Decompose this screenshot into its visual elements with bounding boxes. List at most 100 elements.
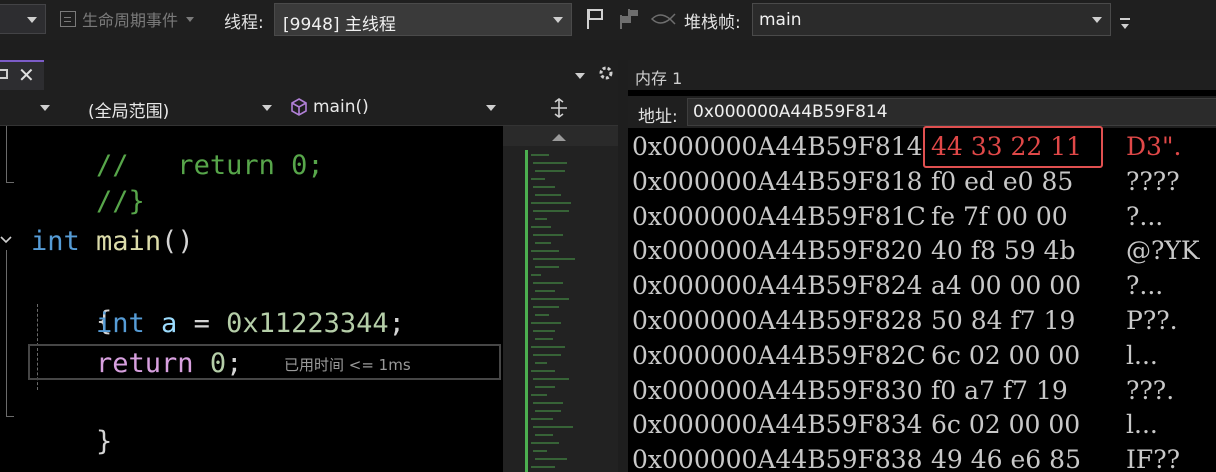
gear-icon[interactable] [597,64,615,82]
minimap-line [533,162,567,164]
scroll-up-icon[interactable] [552,134,566,141]
minimap-line [531,346,565,348]
memory-address: 0x000000A44B59F82C [632,340,926,370]
tab-list-dropdown-icon[interactable] [575,73,585,79]
close-icon[interactable]: ✕ [18,65,35,85]
memory-address: 0x000000A44B59F814 [632,132,923,161]
minimap-line [533,354,561,356]
pin-icon[interactable] [0,69,8,79]
code-line: int a = 0x11223344; [96,304,405,344]
lifecycle-events-label: 生命周期事件 [82,11,179,30]
memory-chars: ?... [1126,271,1164,301]
minimap-line [531,418,553,420]
thread-value: [9948] 主线程 [283,15,396,35]
method-cube-icon [291,98,307,116]
process-dropdown[interactable] [0,4,46,34]
code-line: int main() [31,222,194,262]
function-name: main [96,226,162,257]
close-brace: } [96,426,113,457]
minimap-line [531,394,547,396]
stack-frame-dropdown[interactable]: main [752,3,1111,36]
flag-group-icon[interactable] [617,7,641,31]
memory-bytes[interactable]: 40 f8 59 4b [931,234,1076,268]
minimap-line [531,442,559,444]
thread-dropdown[interactable]: [9948] 主线程 [274,3,572,36]
memory-address: 0x000000A44B59F818 [632,166,923,196]
function-dropdown[interactable]: main() [286,92,502,122]
memory-address: 0x000000A44B59F824 [632,271,923,301]
minimap-line [531,298,569,300]
memory-bytes[interactable]: f0 ed e0 85 [931,165,1073,199]
address-input[interactable]: 0x000000A44B59F814 [687,98,1216,126]
memory-bytes[interactable]: 6c 02 00 00 [931,339,1080,373]
code-line: { [31,262,112,337]
chevron-down-icon[interactable] [0,234,12,246]
function-value: main() [313,97,369,117]
memory-window: 内存 1 地址: 0x000000A44B59F814 0x000000A44B… [628,60,1216,472]
minimap-line [531,154,549,156]
memory-bytes[interactable]: 49 46 e6 85 [931,443,1081,472]
document-tab[interactable]: ✕ [0,60,44,90]
keyword: return [96,348,194,379]
memory-bytes[interactable]: 50 84 f7 19 [931,304,1075,338]
chevron-down-icon [553,17,563,23]
minimap-line [531,202,571,204]
minimap-line [535,170,565,172]
scope-dropdown[interactable]: (全局范围) [66,92,280,122]
memory-chars: IF?? [1126,445,1181,472]
number-literal: 0x11223344 [226,308,389,339]
fish-icon[interactable] [650,11,676,27]
memory-chars: l... [1126,410,1158,440]
chevron-down-icon [27,17,37,23]
flag-icon[interactable] [584,7,606,31]
keyword: int [96,308,145,339]
minimap-line [531,370,555,372]
address-label: 地址: [638,107,678,127]
overflow-icon[interactable] [1120,18,1130,32]
memory-grid[interactable]: 0x000000A44B59F814 44 33 22 11 D3". 0x00000… [628,130,1216,472]
perf-tip[interactable]: 已用时间 <= 1ms [284,354,411,375]
minimap-line [535,410,561,412]
punctuation: () [161,226,194,257]
operator: = [177,308,227,339]
minimap-line [533,306,559,308]
memory-window-title: 内存 1 [635,69,683,88]
minimap-line [531,250,559,252]
minimap-line [533,234,563,236]
memory-bytes[interactable]: fe 7f 00 00 [931,200,1068,234]
minimap-line [535,434,553,436]
minimap-line [533,210,569,212]
memory-chars: ???. [1126,375,1175,405]
chevron-down-icon [186,16,195,22]
scope-value: (全局范围) [88,102,170,122]
split-editor-icon[interactable] [550,98,568,118]
minimap-scrollbar[interactable] [503,126,618,472]
minimap-line [533,186,555,188]
minimap-line [535,314,549,316]
minimap-line [533,282,563,284]
memory-bytes[interactable]: 6c 02 00 00 [931,408,1080,442]
chevron-down-icon [1092,17,1102,23]
comment-text: //} [96,186,145,217]
minimap-line [535,194,561,196]
fold-guide [6,250,7,416]
minimap-line [535,266,559,268]
code-line: //} [31,142,145,217]
change-tracking-bar [525,150,528,472]
address-bar: 地址: 0x000000A44B59F814 [628,96,1216,128]
memory-address: 0x000000A44B59F820 [632,236,923,266]
minimap-line [535,458,567,460]
project-dropdown[interactable] [0,92,58,122]
minimap-line [531,178,545,180]
pane-splitter[interactable] [618,60,628,472]
memory-bytes[interactable]: f0 a7 f7 19 [931,374,1068,408]
lifecycle-events-dropdown[interactable]: 生命周期事件 [60,8,195,30]
minimap-line [533,330,555,332]
code-editor[interactable]: // return 0; //} int main() { int a = 0x… [0,126,503,472]
memory-bytes[interactable]: a4 00 00 00 [931,269,1081,303]
minimap-line [531,226,551,228]
minimap-line [535,290,555,292]
memory-chars: ???? [1126,166,1180,196]
minimap-line [535,386,555,388]
memory-chars: l... [1126,340,1158,370]
